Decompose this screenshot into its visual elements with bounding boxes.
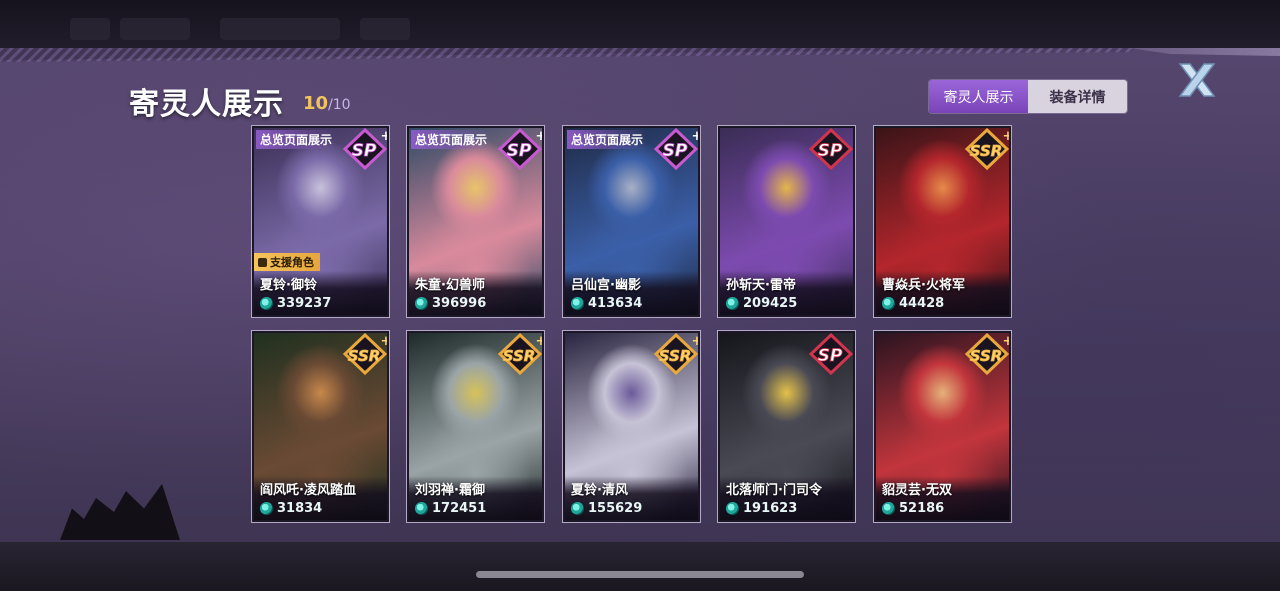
combat-power-value: 155629: [588, 501, 643, 516]
character-card[interactable]: 北落师门·门司令 191623 SP: [717, 330, 856, 523]
power-swirl-icon: [726, 502, 739, 515]
combat-power: 339237: [260, 296, 331, 311]
combat-power-value: 31834: [277, 501, 323, 516]
combat-power: 44428: [882, 296, 944, 311]
character-name: 刘羽禅·霜御: [415, 483, 485, 498]
character-card[interactable]: 貂灵芸·无双 52186 SSR+: [873, 330, 1012, 523]
combat-power: 155629: [571, 501, 642, 516]
overview-display-tag: 总览页面展示: [567, 130, 648, 149]
blurred-back-button: [70, 18, 110, 40]
combat-power: 413634: [571, 296, 642, 311]
power-swirl-icon: [882, 297, 895, 310]
overview-display-tag: 总览页面展示: [256, 130, 337, 149]
svg-text:+: +: [536, 129, 544, 144]
sp-rarity-badge-icon: SP: [803, 128, 853, 172]
count-total: /10: [328, 97, 351, 113]
character-name: 北落师门·门司令: [726, 483, 822, 498]
svg-text:+: +: [1003, 334, 1011, 349]
svg-text:SP: SP: [818, 346, 843, 366]
svg-text:+: +: [381, 129, 389, 144]
combat-power-value: 209425: [743, 296, 798, 311]
power-swirl-icon: [882, 502, 895, 515]
close-x-icon[interactable]: [1174, 60, 1220, 100]
character-card[interactable]: 刘羽禅·霜御 172451 SSR+: [406, 330, 545, 523]
combat-power: 209425: [726, 296, 797, 311]
combat-power-value: 413634: [588, 296, 643, 311]
power-swirl-icon: [726, 297, 739, 310]
combat-power-value: 339237: [277, 296, 332, 311]
svg-text:SP: SP: [818, 141, 843, 161]
svg-text:SP: SP: [663, 141, 688, 161]
blurred-top-item: [360, 18, 410, 40]
character-card[interactable]: 孙斩天·雷帝 209425 SP: [717, 125, 856, 318]
svg-text:SSR: SSR: [659, 347, 692, 365]
sp-rarity-badge-icon: SP: [803, 333, 853, 377]
svg-text:+: +: [692, 334, 700, 349]
character-card[interactable]: 总览页面展示朱童·幻兽师 396996 SP +: [406, 125, 545, 318]
svg-text:+: +: [536, 334, 544, 349]
combat-power: 191623: [726, 501, 797, 516]
tab-character-showcase[interactable]: 寄灵人展示: [929, 80, 1028, 113]
home-indicator[interactable]: [476, 571, 804, 578]
bottom-bar-background: [0, 540, 1280, 591]
power-swirl-icon: [571, 502, 584, 515]
support-role-tag: 支援角色: [254, 253, 320, 271]
power-swirl-icon: [415, 502, 428, 515]
ssr-plus-rarity-badge-icon: SSR+: [648, 333, 700, 377]
svg-text:+: +: [1003, 129, 1011, 144]
count-current: 10: [303, 93, 329, 114]
ssr-plus-rarity-badge-icon: SSR+: [337, 333, 389, 377]
combat-power-value: 191623: [743, 501, 798, 516]
character-card[interactable]: 曹焱兵·火将军 44428 SSR+: [873, 125, 1012, 318]
ssr-plus-rarity-badge-icon: SSR+: [959, 128, 1011, 172]
sp-plus-rarity-badge-icon: SP +: [648, 128, 700, 172]
page-title: 寄灵人展示: [129, 87, 284, 122]
power-swirl-icon: [260, 297, 273, 310]
blurred-top-item: [120, 18, 190, 40]
overview-display-tag: 总览页面展示: [411, 130, 492, 149]
character-name: 夏铃·清风: [571, 483, 628, 498]
ssr-plus-rarity-badge-icon: SSR+: [492, 333, 544, 377]
sp-plus-rarity-badge-icon: SP +: [337, 128, 389, 172]
blurred-top-item: [220, 18, 340, 40]
power-swirl-icon: [415, 297, 428, 310]
combat-power: 172451: [415, 501, 486, 516]
character-name: 孙斩天·雷帝: [726, 278, 796, 293]
character-name: 貂灵芸·无双: [882, 483, 952, 498]
combat-power-value: 396996: [432, 296, 487, 311]
svg-text:SSR: SSR: [503, 347, 536, 365]
svg-text:SP: SP: [352, 141, 377, 161]
character-card[interactable]: 夏铃·清风 155629 SSR+: [562, 330, 701, 523]
svg-text:SSR: SSR: [970, 142, 1003, 160]
svg-text:+: +: [692, 129, 700, 144]
character-card[interactable]: 总览页面展示吕仙宫·幽影 413634 SP +: [562, 125, 701, 318]
tab-equipment-details[interactable]: 装备详情: [1028, 80, 1127, 113]
combat-power: 31834: [260, 501, 322, 516]
ssr-plus-rarity-badge-icon: SSR+: [959, 333, 1011, 377]
svg-text:SSR: SSR: [970, 347, 1003, 365]
character-name: 夏铃·御铃: [260, 278, 317, 293]
character-card[interactable]: 总览页面展示支援角色夏铃·御铃 339237 SP +: [251, 125, 390, 318]
combat-power-value: 44428: [899, 296, 945, 311]
character-name: 吕仙宫·幽影: [571, 278, 641, 293]
support-icon: [258, 258, 267, 267]
top-bar-background: [0, 0, 1280, 50]
svg-text:SSR: SSR: [348, 347, 381, 365]
support-role-label: 支援角色: [270, 256, 314, 269]
power-swirl-icon: [260, 502, 273, 515]
character-name: 曹焱兵·火将军: [882, 278, 965, 293]
character-count: 10/10: [303, 93, 351, 114]
character-name: 朱童·幻兽师: [415, 278, 485, 293]
combat-power: 52186: [882, 501, 944, 516]
power-swirl-icon: [571, 297, 584, 310]
svg-text:SP: SP: [507, 141, 532, 161]
character-card[interactable]: 阎风吒·凌风踏血 31834 SSR+: [251, 330, 390, 523]
svg-text:+: +: [381, 334, 389, 349]
combat-power: 396996: [415, 296, 486, 311]
combat-power-value: 52186: [899, 501, 945, 516]
sp-plus-rarity-badge-icon: SP +: [492, 128, 544, 172]
tab-bar: 寄灵人展示 装备详情: [928, 79, 1128, 114]
combat-power-value: 172451: [432, 501, 487, 516]
character-name: 阎风吒·凌风踏血: [260, 483, 356, 498]
